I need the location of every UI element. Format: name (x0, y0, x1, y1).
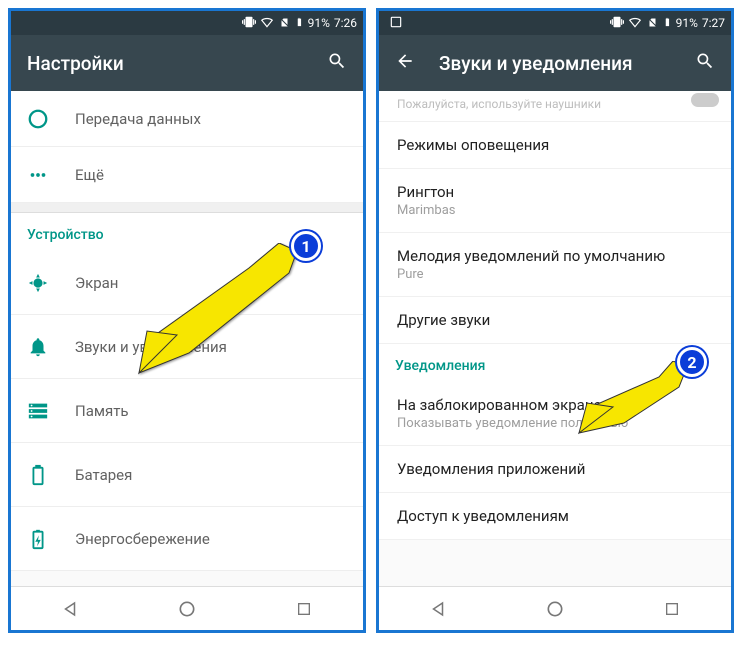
divider (11, 203, 363, 213)
vibrate-icon (242, 15, 256, 32)
phone-screen-1: 91% 7:26 Настройки Передача данных Ещё У… (8, 8, 366, 633)
nav-back-icon[interactable] (60, 599, 80, 619)
item-label: Энергосбережение (75, 530, 210, 548)
app-bar: Настройки (11, 35, 363, 91)
settings-list: Передача данных Ещё Устройство Экран Зву… (11, 91, 363, 586)
storage-icon (27, 400, 75, 422)
bell-icon (27, 336, 75, 358)
energy-icon (27, 528, 75, 550)
nav-recent-icon[interactable] (662, 599, 682, 619)
toggle-off-icon[interactable] (691, 93, 719, 107)
item-label: Память (75, 402, 129, 420)
more-horiz-icon (27, 164, 75, 186)
item-more[interactable]: Ещё (11, 147, 363, 203)
battery-percent: 91% (676, 16, 698, 30)
item-label: Передача данных (75, 110, 201, 128)
search-icon[interactable] (327, 51, 347, 76)
wifi-icon (260, 15, 274, 32)
nav-recent-icon[interactable] (294, 599, 314, 619)
battery-icon (662, 15, 672, 32)
row-app-notifications[interactable]: Уведомления приложений (379, 446, 731, 493)
page-title: Настройки (27, 52, 303, 75)
status-bar: 91% 7:27 (379, 11, 731, 35)
vibrate-icon (610, 15, 624, 32)
data-usage-icon (27, 108, 75, 130)
item-label: Батарея (75, 466, 132, 484)
item-label: Ещё (75, 166, 104, 184)
item-label: Звуки и уведомления (75, 338, 227, 356)
battery-percent: 91% (308, 16, 330, 30)
no-sim-icon (646, 15, 658, 32)
row-other-sounds[interactable]: Другие звуки (379, 297, 731, 344)
row-ringtone[interactable]: Рингтон Marimbas (379, 169, 731, 233)
back-arrow-icon[interactable] (395, 51, 415, 76)
search-icon[interactable] (695, 51, 715, 76)
nav-home-icon[interactable] (545, 599, 565, 619)
screenshot-icon (389, 15, 403, 32)
battery-icon (294, 15, 304, 32)
page-title: Звуки и уведомления (439, 52, 671, 75)
status-bar: 91% 7:26 (11, 11, 363, 35)
sound-settings-list: Пожалуйста, используйте наушники Режимы … (379, 91, 731, 586)
item-sound[interactable]: Звуки и уведомления (11, 315, 363, 379)
clock: 7:27 (702, 16, 725, 30)
nav-back-icon[interactable] (428, 599, 448, 619)
item-storage[interactable]: Память (11, 379, 363, 443)
battery-icon (27, 464, 75, 486)
callout-badge-2: 2 (677, 347, 707, 377)
item-battery[interactable]: Батарея (11, 443, 363, 507)
no-sim-icon (278, 15, 290, 32)
row-lock-screen-notifications[interactable]: На заблокированном экране Показывать уве… (379, 382, 731, 446)
phone-screen-2: 91% 7:27 Звуки и уведомления Пожалуйста,… (376, 8, 734, 633)
nav-home-icon[interactable] (177, 599, 197, 619)
callout-badge-1: 1 (291, 231, 321, 261)
row-notification-access[interactable]: Доступ к уведомлениям (379, 493, 731, 540)
item-energy[interactable]: Энергосбережение (11, 507, 363, 571)
row-default-notification-sound[interactable]: Мелодия уведомлений по умолчанию Pure (379, 233, 731, 297)
navigation-bar (11, 586, 363, 630)
app-bar: Звуки и уведомления (379, 35, 731, 91)
brightness-icon (27, 272, 75, 294)
item-data-usage[interactable]: Передача данных (11, 91, 363, 147)
clock: 7:26 (334, 16, 357, 30)
wifi-icon (628, 15, 642, 32)
navigation-bar (379, 586, 731, 630)
item-display[interactable]: Экран (11, 251, 363, 315)
row-alert-modes[interactable]: Режимы оповещения (379, 122, 731, 169)
item-label: Экран (75, 274, 118, 292)
cut-row-headphones[interactable]: Пожалуйста, используйте наушники (379, 91, 731, 122)
